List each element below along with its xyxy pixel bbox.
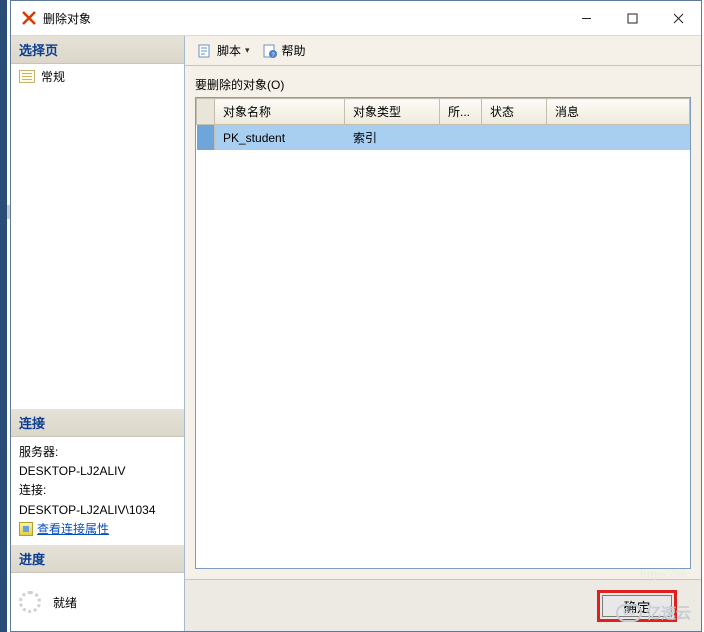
server-label: 服务器:: [19, 443, 176, 462]
properties-icon: [19, 522, 33, 536]
help-icon: ?: [262, 43, 278, 59]
progress-panel: 就绪: [11, 573, 184, 631]
window-title: 删除对象: [43, 10, 91, 27]
connection-header: 连接: [11, 409, 184, 437]
close-button[interactable]: [655, 2, 701, 35]
server-value: DESKTOP-LJ2ALIV: [19, 462, 176, 481]
progress-header: 进度: [11, 545, 184, 573]
help-button[interactable]: ? 帮助: [258, 40, 310, 61]
help-label: 帮助: [282, 42, 306, 59]
sidebar: 选择页 常规 连接 服务器: DESKTOP-LJ2ALIV 连接: DESKT…: [11, 36, 185, 631]
script-icon: [197, 43, 213, 59]
titlebar: 删除对象: [11, 1, 701, 36]
cell-object-type: 索引: [345, 125, 440, 151]
script-label: 脚本: [217, 42, 241, 59]
row-handle-header: [197, 99, 215, 125]
table-row[interactable]: PK_student 索引: [197, 125, 690, 151]
col-object-type[interactable]: 对象类型: [345, 99, 440, 125]
chevron-down-icon: ▾: [245, 45, 250, 56]
col-owner[interactable]: 所...: [440, 99, 482, 125]
sidebar-item-label: 常规: [41, 68, 65, 85]
cell-message: [547, 125, 690, 151]
dialog-footer: https://m 确定 6o 亿速云: [185, 579, 701, 631]
connection-value: DESKTOP-LJ2ALIV\1034: [19, 501, 176, 520]
connection-panel: 服务器: DESKTOP-LJ2ALIV 连接: DESKTOP-LJ2ALIV…: [11, 437, 184, 545]
script-button[interactable]: 脚本 ▾: [193, 40, 254, 61]
progress-status: 就绪: [53, 594, 77, 611]
cell-owner: [440, 125, 482, 151]
cell-object-name: PK_student: [215, 125, 345, 151]
col-object-name[interactable]: 对象名称: [215, 99, 345, 125]
view-connection-properties-link[interactable]: 查看连接属性: [37, 520, 109, 539]
select-page-header: 选择页: [11, 36, 184, 64]
col-status[interactable]: 状态: [482, 99, 547, 125]
minimize-button[interactable]: [563, 2, 609, 35]
ok-button-highlight: 确定: [597, 590, 677, 622]
cell-status: [482, 125, 547, 151]
delete-icon: [21, 10, 37, 26]
page-icon: [19, 70, 35, 83]
toolbar: 脚本 ▾ ? 帮助: [185, 36, 701, 66]
maximize-button[interactable]: [609, 2, 655, 35]
main-panel: 脚本 ▾ ? 帮助 要删除的对象(O): [185, 36, 701, 631]
objects-group-label: 要删除的对象(O): [195, 76, 691, 93]
ok-button[interactable]: 确定: [602, 595, 672, 617]
connection-label: 连接:: [19, 481, 176, 500]
sidebar-item-general[interactable]: 常规: [11, 64, 184, 89]
row-handle[interactable]: [197, 125, 215, 151]
watermark-url: https://m: [640, 569, 687, 581]
dialog-window: 删除对象 选择页 常规 连接 服务器: DESKTOP-LJ2ALIV: [10, 0, 702, 632]
spinner-icon: [19, 591, 41, 613]
col-message[interactable]: 消息: [547, 99, 690, 125]
app-left-strip: [0, 0, 7, 632]
objects-table: 对象名称 对象类型 所... 状态 消息 PK_student: [195, 97, 691, 569]
